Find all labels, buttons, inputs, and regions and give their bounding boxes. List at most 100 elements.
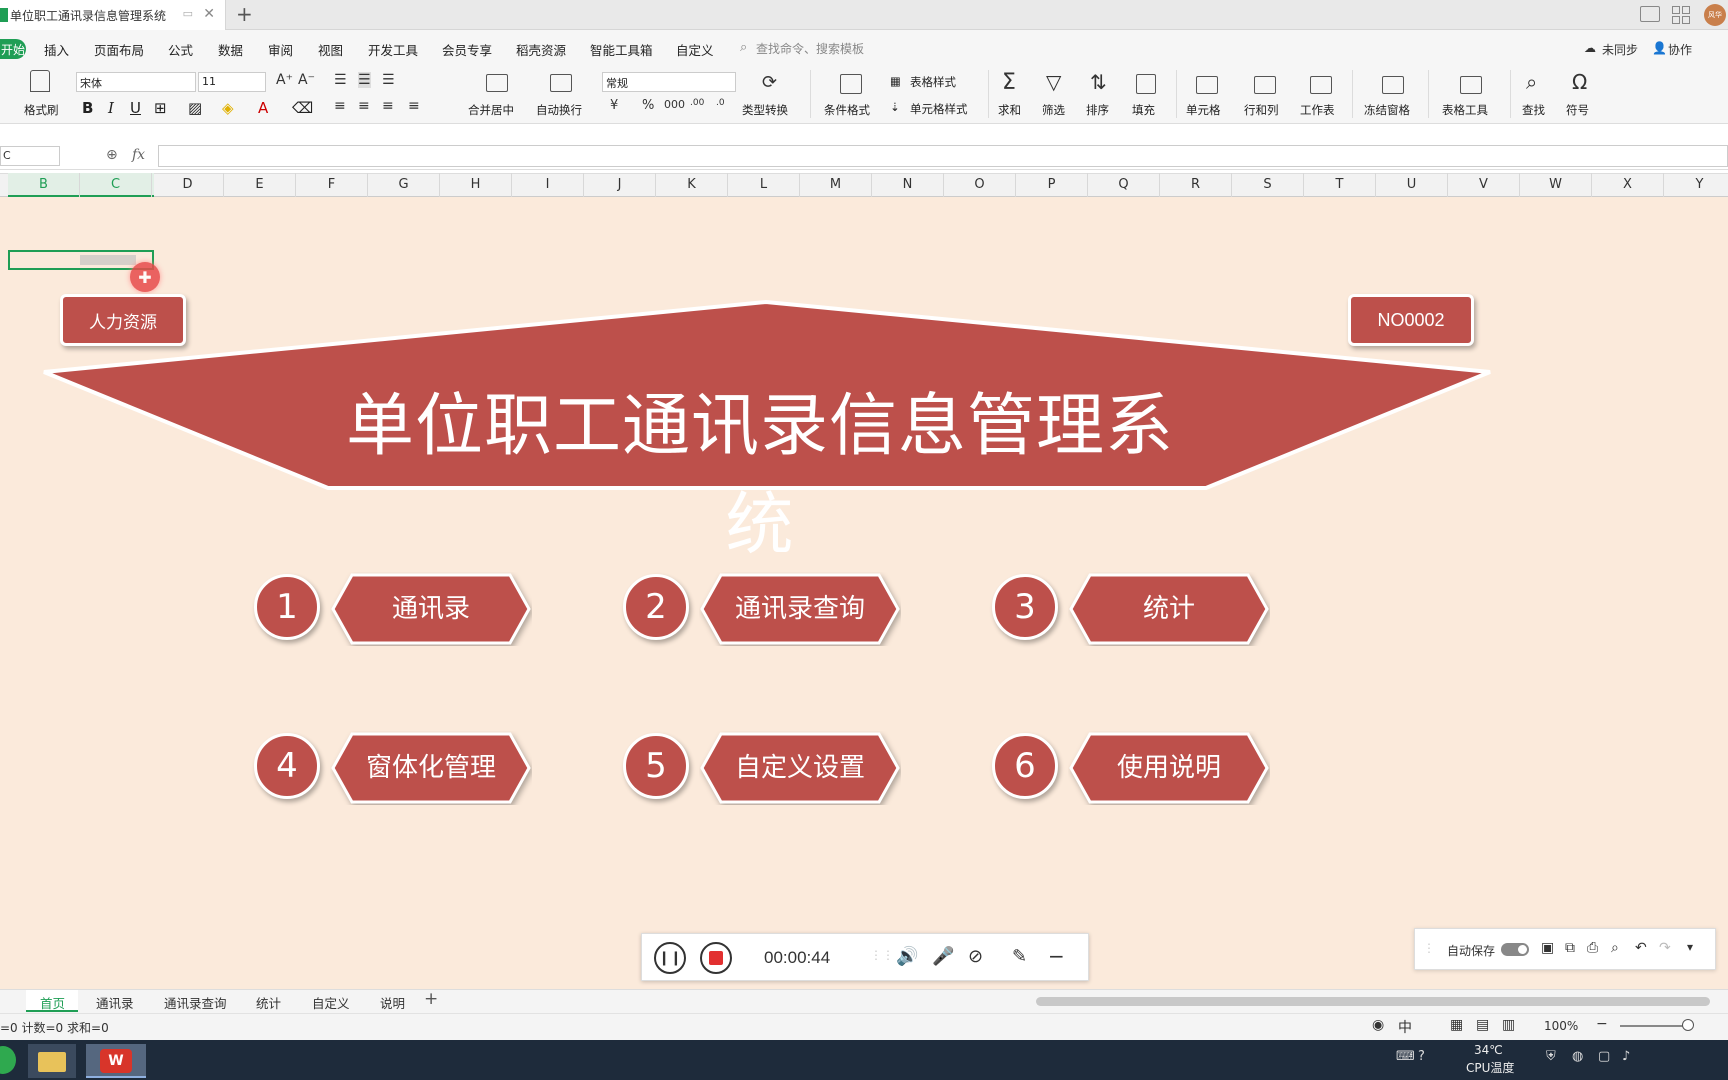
tab-contacts-query[interactable]: 通讯录查询 bbox=[164, 993, 227, 1012]
record-number-badge[interactable]: NO0002 bbox=[1348, 294, 1474, 346]
fill-button[interactable]: 填充 bbox=[1132, 102, 1155, 118]
module-label-4[interactable]: 窗体化管理 bbox=[330, 731, 532, 805]
sort-button[interactable]: 排序 bbox=[1086, 102, 1109, 118]
menu-view[interactable]: 视图 bbox=[318, 40, 343, 59]
menu-custom[interactable]: 自定义 bbox=[676, 40, 714, 59]
close-icon[interactable]: ✕ bbox=[203, 6, 215, 22]
decrease-decimal-icon[interactable]: .0 bbox=[716, 98, 725, 108]
column-header[interactable]: X bbox=[1592, 173, 1664, 197]
pen-icon[interactable]: ✎ bbox=[1012, 946, 1027, 967]
module-number-3[interactable]: 3 bbox=[992, 574, 1058, 640]
module-label-5[interactable]: 自定义设置 bbox=[699, 731, 901, 805]
name-box[interactable]: C bbox=[0, 146, 60, 166]
table-tools-button[interactable]: 表格工具 bbox=[1442, 102, 1488, 118]
module-label-1[interactable]: 通讯录 bbox=[330, 572, 532, 646]
zoom-slider-handle[interactable] bbox=[1682, 1019, 1694, 1031]
decrease-font-icon[interactable]: A⁻ bbox=[298, 72, 315, 88]
microphone-icon[interactable]: 🎤 bbox=[932, 946, 954, 967]
layout-icon[interactable] bbox=[1640, 6, 1660, 22]
speaker-icon[interactable]: ♪ bbox=[1622, 1049, 1630, 1064]
hr-button[interactable]: 人力资源 bbox=[60, 294, 186, 346]
tab-custom[interactable]: 自定义 bbox=[312, 993, 350, 1012]
align-center-icon[interactable]: ≡ bbox=[358, 98, 370, 114]
horizontal-scrollbar[interactable] bbox=[1036, 997, 1710, 1006]
conditional-format-button[interactable]: 条件格式 bbox=[824, 102, 870, 118]
column-header[interactable]: I bbox=[512, 173, 584, 197]
column-header[interactable]: Q bbox=[1088, 173, 1160, 197]
clear-icon[interactable]: ⌫ bbox=[292, 99, 313, 117]
input-mode-icon[interactable]: 中 bbox=[1398, 1017, 1412, 1037]
module-number-5[interactable]: 5 bbox=[623, 733, 689, 799]
zoom-out-icon[interactable]: − bbox=[1596, 1016, 1608, 1032]
module-number-6[interactable]: 6 bbox=[992, 733, 1058, 799]
freeze-button[interactable]: 冻结窗格 bbox=[1364, 102, 1410, 118]
collab-button[interactable]: 协作 bbox=[1668, 41, 1692, 58]
zoom-formula-icon[interactable]: ⊕ bbox=[106, 147, 118, 163]
grid-view-icon[interactable] bbox=[1672, 6, 1690, 24]
file-explorer-icon[interactable] bbox=[28, 1044, 76, 1078]
shield-icon[interactable]: ⛨ bbox=[1546, 1049, 1556, 1064]
font-color-icon[interactable]: A bbox=[258, 99, 268, 117]
save-icon[interactable]: ▣ bbox=[1541, 940, 1554, 956]
wrap-text-button[interactable]: 自动换行 bbox=[536, 102, 582, 118]
column-header[interactable]: J bbox=[584, 173, 656, 197]
column-header[interactable]: D bbox=[152, 173, 224, 197]
column-header[interactable]: W bbox=[1520, 173, 1592, 197]
speaker-icon[interactable]: 🔊 bbox=[896, 946, 918, 967]
sum-button[interactable]: 求和 bbox=[998, 102, 1021, 118]
zoom-level[interactable]: 100% bbox=[1544, 1019, 1578, 1033]
align-middle-icon[interactable]: ☰ bbox=[358, 72, 371, 88]
column-header[interactable]: C bbox=[80, 173, 152, 197]
menu-member[interactable]: 会员专享 bbox=[442, 40, 492, 59]
keyboard-icon[interactable]: ⌨ bbox=[1396, 1049, 1415, 1064]
format-painter-button[interactable]: 格式刷 bbox=[24, 102, 59, 118]
pin-icon[interactable]: ▭ bbox=[183, 7, 193, 20]
tab-home[interactable]: 首页 bbox=[40, 993, 65, 1012]
increase-decimal-icon[interactable]: .00 bbox=[690, 98, 704, 108]
font-size-select[interactable]: 11 bbox=[198, 72, 266, 92]
column-header[interactable]: G bbox=[368, 173, 440, 197]
menu-review[interactable]: 审阅 bbox=[268, 40, 293, 59]
currency-icon[interactable]: ¥ bbox=[610, 98, 618, 113]
align-left-icon[interactable]: ≡ bbox=[334, 98, 346, 114]
column-header[interactable]: O bbox=[944, 173, 1016, 197]
column-header[interactable]: M bbox=[800, 173, 872, 197]
column-header[interactable]: Y bbox=[1664, 173, 1728, 197]
page-break-icon[interactable]: ▥ bbox=[1502, 1017, 1515, 1033]
document-tab[interactable]: 单位职工通讯录信息管理系统 ▭ ✕ bbox=[0, 0, 226, 30]
underline-icon[interactable]: U bbox=[130, 99, 141, 117]
save-as-icon[interactable]: ⧉ bbox=[1565, 940, 1575, 956]
chevron-down-icon[interactable]: ▾ bbox=[1687, 940, 1693, 954]
minimize-icon[interactable]: − bbox=[1048, 944, 1065, 968]
help-icon[interactable]: ? bbox=[1418, 1049, 1425, 1064]
percent-icon[interactable]: % bbox=[642, 98, 654, 113]
module-number-2[interactable]: 2 bbox=[623, 574, 689, 640]
cell-button[interactable]: 单元格 bbox=[1186, 102, 1221, 118]
sync-status[interactable]: 未同步 bbox=[1602, 41, 1638, 58]
pause-icon[interactable]: ❙❙ bbox=[654, 942, 686, 974]
column-header[interactable]: S bbox=[1232, 173, 1304, 197]
bold-icon[interactable]: B bbox=[82, 99, 93, 117]
module-label-3[interactable]: 统计 bbox=[1068, 572, 1270, 646]
italic-icon[interactable]: I bbox=[108, 99, 114, 117]
column-header[interactable]: T bbox=[1304, 173, 1376, 197]
eye-icon[interactable]: ◉ bbox=[1372, 1017, 1384, 1033]
camera-off-icon[interactable]: ⊘ bbox=[968, 946, 983, 967]
page-layout-icon[interactable]: ▤ bbox=[1476, 1017, 1489, 1033]
align-top-icon[interactable]: ☰ bbox=[334, 72, 347, 88]
stop-icon[interactable] bbox=[700, 942, 732, 974]
worksheet-button[interactable]: 工作表 bbox=[1300, 102, 1335, 118]
cell-style-button[interactable]: 单元格样式 bbox=[910, 101, 968, 117]
column-header[interactable]: B bbox=[8, 173, 80, 197]
print-icon[interactable]: ⎙ bbox=[1587, 940, 1598, 956]
module-label-6[interactable]: 使用说明 bbox=[1068, 731, 1270, 805]
module-number-1[interactable]: 1 bbox=[254, 574, 320, 640]
drag-handle-icon[interactable]: ⋮ bbox=[1423, 941, 1435, 955]
network-status-icon[interactable]: ▢ bbox=[1598, 1049, 1610, 1064]
formula-input[interactable] bbox=[158, 145, 1728, 167]
add-sheet-button[interactable]: + bbox=[424, 989, 438, 1009]
new-tab-button[interactable]: + bbox=[236, 2, 253, 26]
font-name-select[interactable]: 宋体 bbox=[76, 72, 196, 92]
avatar[interactable]: 风华 bbox=[1704, 4, 1726, 26]
command-search[interactable]: 查找命令、搜索模板 bbox=[756, 40, 864, 57]
